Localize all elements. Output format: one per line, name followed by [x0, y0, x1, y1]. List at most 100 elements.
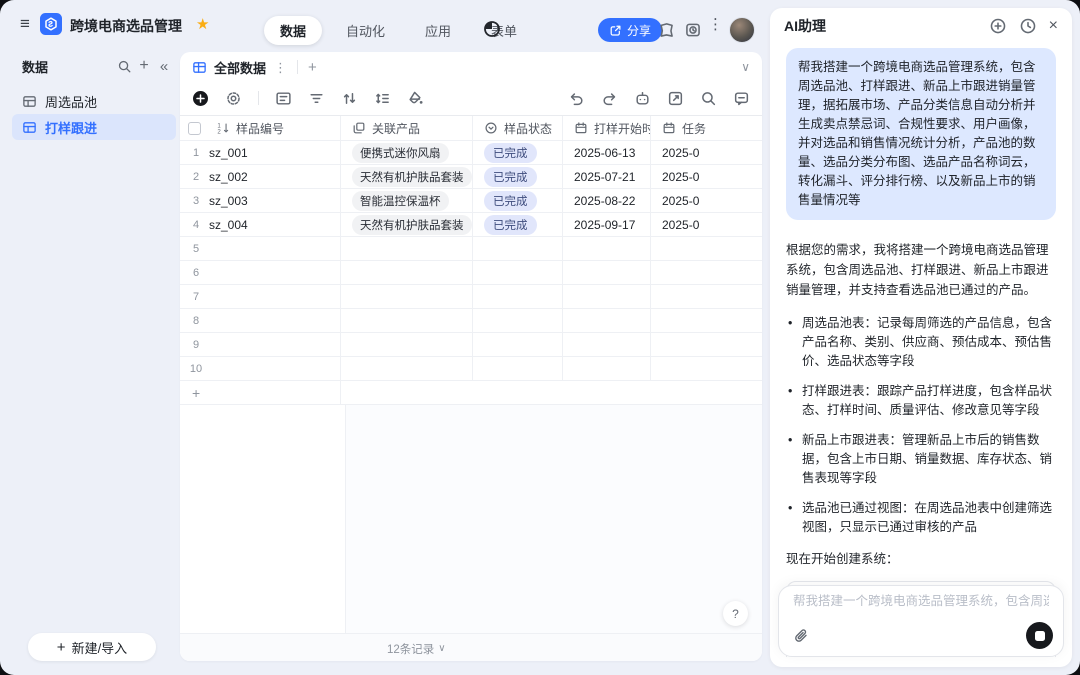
empty-row[interactable]: 8 — [180, 309, 762, 333]
close-panel-icon[interactable]: × — [1049, 17, 1058, 35]
add-widget-icon[interactable] — [657, 21, 675, 39]
cell-status[interactable]: 已完成 — [473, 189, 563, 212]
cell-status[interactable] — [473, 285, 563, 308]
filter-icon[interactable] — [308, 90, 325, 107]
tab-automation[interactable]: 自动化 — [330, 16, 401, 45]
cell-start-date[interactable]: 2025-09-17 — [563, 213, 651, 236]
column-header-start-date[interactable]: 打样开始时间 — [563, 116, 651, 140]
cell-status[interactable] — [473, 261, 563, 284]
cell-task-date[interactable] — [651, 357, 762, 380]
cell-sample-id[interactable]: 2 sz_002 — [180, 165, 341, 188]
cell-status[interactable] — [473, 237, 563, 260]
new-import-button[interactable]: + 新建/导入 — [28, 633, 156, 661]
column-header-sample-status[interactable]: 样品状态 — [473, 116, 563, 140]
sidebar-search-icon[interactable] — [114, 56, 134, 76]
column-header-linked-product[interactable]: 关联产品 — [341, 116, 473, 140]
cell-product[interactable] — [341, 285, 473, 308]
cell-sample-id[interactable]: 4 sz_004 — [180, 213, 341, 236]
cell-start-date[interactable] — [563, 261, 651, 284]
table-row[interactable]: 3 sz_003 智能温控保温杯 已完成 2025-08-22 2025-0 — [180, 189, 762, 213]
cell-sample-id[interactable]: 6 — [180, 261, 341, 284]
cell-product[interactable]: 智能温控保温杯 — [341, 189, 473, 212]
table-row[interactable]: 2 sz_002 天然有机护肤品套装 已完成 2025-07-21 2025-0 — [180, 165, 762, 189]
cell-task-date[interactable]: 2025-0 — [651, 213, 762, 236]
cell-task-date[interactable]: 2025-0 — [651, 189, 762, 212]
add-record-icon[interactable] — [192, 90, 209, 107]
paint-bucket-icon[interactable] — [407, 90, 424, 107]
cell-status[interactable]: 已完成 — [473, 165, 563, 188]
cell-task-date[interactable]: 2025-0 — [651, 141, 762, 164]
add-row-plus-icon[interactable]: + — [192, 385, 200, 401]
cell-product[interactable] — [341, 357, 473, 380]
cell-start-date[interactable] — [563, 285, 651, 308]
cell-task-date[interactable] — [651, 333, 762, 356]
row-height-icon[interactable] — [374, 90, 391, 107]
cell-product[interactable] — [341, 333, 473, 356]
ai-bot-icon[interactable] — [634, 90, 651, 107]
tab-data[interactable]: 数据 — [264, 16, 323, 45]
column-header-sample-id[interactable]: 1 2 样品编号 — [180, 116, 341, 140]
table-row[interactable]: 4 sz_004 天然有机护肤品套装 已完成 2025-09-17 2025-0 — [180, 213, 762, 237]
cell-status[interactable]: 已完成 — [473, 213, 563, 236]
cell-task-date[interactable] — [651, 285, 762, 308]
sync-progress-icon[interactable] — [483, 20, 501, 43]
cell-product[interactable]: 天然有机护肤品套装 — [341, 213, 473, 236]
version-history-icon[interactable] — [684, 21, 702, 39]
cell-product[interactable] — [341, 309, 473, 332]
cell-product[interactable] — [341, 237, 473, 260]
add-row[interactable]: + — [180, 381, 762, 405]
cell-sample-id[interactable]: 7 — [180, 285, 341, 308]
more-options-icon[interactable]: ⋮ — [708, 17, 723, 32]
comment-icon[interactable] — [733, 90, 750, 107]
empty-row[interactable]: 6 — [180, 261, 762, 285]
select-all-checkbox[interactable] — [188, 121, 201, 135]
empty-row[interactable]: 7 — [180, 285, 762, 309]
cell-product[interactable] — [341, 261, 473, 284]
cell-task-date[interactable]: 2025-0 — [651, 165, 762, 188]
cell-start-date[interactable]: 2025-06-13 — [563, 141, 651, 164]
expand-record-icon[interactable] — [667, 90, 684, 107]
empty-row[interactable]: 9 — [180, 333, 762, 357]
sidebar-add-table-icon[interactable]: + — [134, 56, 154, 76]
ai-input-box[interactable] — [778, 585, 1064, 657]
empty-row[interactable]: 10 — [180, 357, 762, 381]
view-options-icon[interactable]: ⋮ — [274, 61, 287, 74]
cell-status[interactable] — [473, 333, 563, 356]
cell-sample-id[interactable]: 9 — [180, 333, 341, 356]
sidebar-item-weekly-pool[interactable]: 周选品池 — [12, 88, 176, 114]
cell-task-date[interactable] — [651, 261, 762, 284]
cell-sample-id[interactable]: 5 — [180, 237, 341, 260]
cell-task-date[interactable] — [651, 309, 762, 332]
cell-start-date[interactable]: 2025-07-21 — [563, 165, 651, 188]
cell-start-date[interactable] — [563, 357, 651, 380]
cell-status[interactable]: 已完成 — [473, 141, 563, 164]
ai-message-input[interactable] — [793, 594, 1049, 608]
cell-sample-id[interactable]: 1 sz_001 — [180, 141, 341, 164]
cell-sample-id[interactable]: 10 — [180, 357, 341, 380]
chat-history-icon[interactable] — [1019, 17, 1037, 35]
attach-file-icon[interactable] — [789, 624, 813, 648]
sidebar-item-sampling[interactable]: 打样跟进 — [12, 114, 176, 140]
table-row[interactable]: 1 sz_001 便携式迷你风扇 已完成 2025-06-13 2025-0 — [180, 141, 762, 165]
help-button[interactable]: ? — [723, 601, 748, 626]
cell-start-date[interactable]: 2025-08-22 — [563, 189, 651, 212]
settings-gear-icon[interactable] — [225, 90, 242, 107]
view-tab-name[interactable]: 全部数据 — [214, 58, 266, 77]
cell-start-date[interactable] — [563, 309, 651, 332]
new-chat-icon[interactable] — [989, 17, 1007, 35]
tab-apps[interactable]: 应用 — [409, 16, 467, 45]
cell-product[interactable]: 便携式迷你风扇 — [341, 141, 473, 164]
cell-product[interactable]: 天然有机护肤品套装 — [341, 165, 473, 188]
cell-sample-id[interactable]: 3 sz_003 — [180, 189, 341, 212]
cell-status[interactable] — [473, 309, 563, 332]
record-count[interactable]: 12条记录 ∨ — [387, 641, 446, 657]
cell-sample-id[interactable]: 8 — [180, 309, 341, 332]
favorite-star-icon[interactable]: ★ — [196, 15, 209, 33]
share-button[interactable]: 分享 — [598, 18, 663, 42]
sort-icon[interactable] — [341, 90, 358, 107]
stop-generating-button[interactable] — [1026, 622, 1053, 649]
column-header-task-date[interactable]: 任务 — [651, 116, 762, 140]
redo-icon[interactable] — [601, 90, 618, 107]
cell-task-date[interactable] — [651, 237, 762, 260]
add-view-icon[interactable]: + — [308, 60, 317, 75]
